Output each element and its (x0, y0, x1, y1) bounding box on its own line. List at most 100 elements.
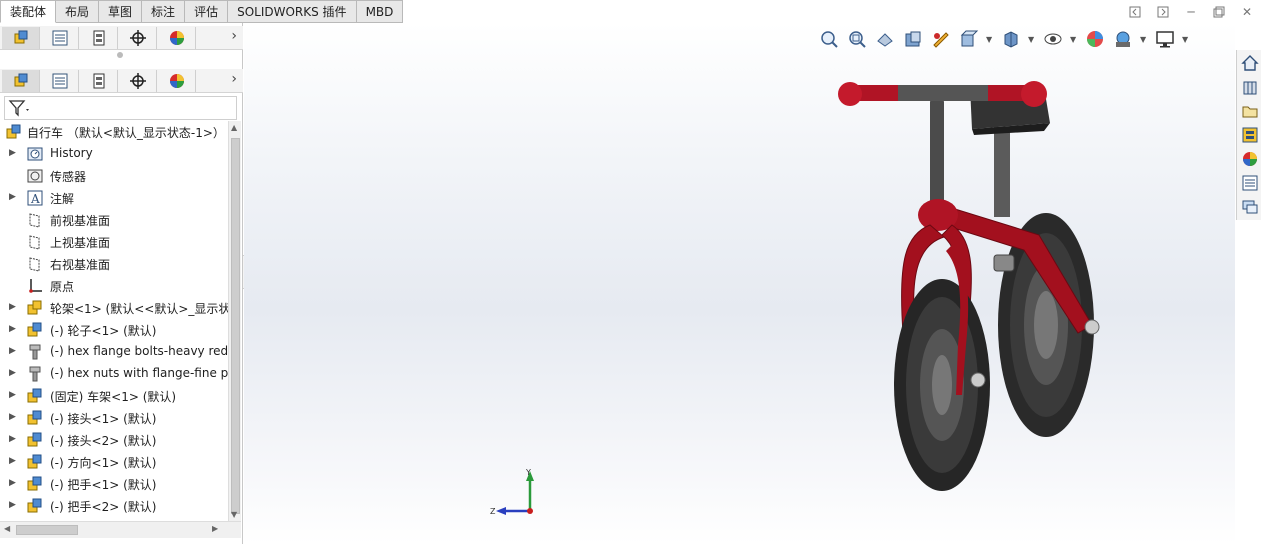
tree-item[interactable]: ▶ (-) 方向<1> (默认) (0, 451, 228, 473)
chevron-down-icon[interactable]: ▼ (1140, 35, 1148, 44)
expand-arrow-icon[interactable]: ▶ (9, 302, 16, 312)
tree-item[interactable]: ▶ History (0, 143, 228, 165)
scrollbar-thumb[interactable] (16, 525, 78, 535)
tab-sketch[interactable]: 草图 (99, 0, 143, 23)
tree-item[interactable]: ▶ (-) 把手<2> (默认) (0, 495, 228, 517)
tree-item[interactable]: ▶ A 注解 (0, 187, 228, 209)
tree-item[interactable]: 上视基准面 (0, 231, 228, 253)
minimize-icon[interactable]: ─ (1184, 5, 1198, 19)
expand-arrow-icon[interactable]: ▶ (9, 390, 16, 400)
tree-item[interactable]: ▶ 轮架<1> (默认<<默认>_显示状 (0, 297, 228, 319)
tree-item[interactable]: 传感器 (0, 165, 228, 187)
tree-root[interactable]: 自行车 （默认<默认_显示状态-1>） (0, 121, 228, 143)
expand-arrow-icon[interactable]: ▶ (9, 434, 16, 444)
part-icon (27, 322, 42, 337)
tree-item[interactable]: 原点 (0, 275, 228, 297)
tile-left-icon[interactable] (1128, 5, 1142, 19)
scroll-up-icon[interactable]: ▲ (231, 123, 237, 132)
bicycle-model[interactable] (834, 75, 1114, 495)
hide-show-icon[interactable] (1042, 28, 1064, 50)
assembly-icon (6, 124, 21, 139)
tree-item-label: (固定) 车架<1> (默认) (50, 390, 177, 404)
chevron-right-icon[interactable]: › (231, 28, 237, 44)
tree-item[interactable]: 前视基准面 (0, 209, 228, 231)
expand-arrow-icon[interactable]: ▶ (9, 192, 16, 202)
tree-item[interactable]: ▶ (固定) 车架<1> (默认) (0, 385, 228, 407)
tree-item[interactable]: ▶ (-) 把手<1> (默认) (0, 473, 228, 495)
tree-item[interactable]: ▶ (-) hex flange bolts-heavy red (0, 341, 228, 363)
tab-assembly[interactable]: 装配体 (0, 0, 57, 23)
section-view-icon[interactable] (902, 28, 924, 50)
expand-arrow-icon[interactable]: ▶ (9, 478, 16, 488)
expand-arrow-icon[interactable]: ▶ (9, 412, 16, 422)
graphics-area[interactable]: ▼ ▼ ▼ ▼ ▼ Y Z (244, 23, 1235, 544)
dimxpert-icon (129, 73, 146, 89)
tree-item[interactable]: 右视基准面 (0, 253, 228, 275)
display-style-icon[interactable] (1000, 28, 1022, 50)
tree-vertical-scrollbar[interactable]: ▲ ▼ (228, 121, 241, 521)
zoom-to-fit-icon[interactable] (818, 28, 840, 50)
close-icon[interactable]: ✕ (1240, 5, 1254, 19)
configuration-manager-tab[interactable] (80, 70, 118, 92)
view-palette-icon[interactable] (1239, 124, 1260, 145)
view-orientation-icon[interactable] (958, 28, 980, 50)
tree-item[interactable]: ▶ (-) 接头<2> (默认) (0, 429, 228, 451)
file-explorer-icon[interactable] (1239, 100, 1260, 121)
tree-filter[interactable] (4, 96, 237, 120)
appearances-icon[interactable] (1239, 148, 1260, 169)
forum-icon[interactable] (1239, 196, 1260, 217)
reference-triad: Y Z (490, 468, 534, 516)
part-icon (27, 388, 42, 403)
dimxpert-manager-tab[interactable] (119, 70, 157, 92)
zoom-area-icon[interactable] (846, 28, 868, 50)
tree-horizontal-scrollbar[interactable]: ◀ ▶ (0, 521, 241, 538)
view-settings-icon[interactable] (1154, 28, 1176, 50)
expand-arrow-icon[interactable]: ▶ (9, 368, 16, 378)
expand-arrow-icon[interactable]: ▶ (9, 456, 16, 466)
configuration-manager-tab[interactable] (80, 27, 118, 49)
tree-item[interactable]: ▶ (-) 接头<1> (默认) (0, 407, 228, 429)
tree-item[interactable]: ▶ (-) hex nuts with flange-fine pi (0, 363, 228, 385)
edit-appearance-icon[interactable] (1084, 28, 1106, 50)
expand-arrow-icon[interactable]: ▶ (9, 324, 16, 334)
panel-splitter[interactable] (117, 52, 123, 58)
restore-icon[interactable] (1212, 5, 1226, 19)
dynamic-annotation-icon[interactable] (930, 28, 952, 50)
dimxpert-manager-tab[interactable] (119, 27, 157, 49)
tab-mbd[interactable]: MBD (356, 0, 404, 23)
scroll-down-icon[interactable]: ▼ (231, 510, 237, 519)
chevron-right-icon[interactable]: › (231, 71, 237, 87)
tab-markup[interactable]: 标注 (142, 0, 186, 23)
tab-evaluate[interactable]: 评估 (185, 0, 229, 23)
tree-item[interactable]: ▶ (-) 轮子<1> (默认) (0, 319, 228, 341)
feature-manager-tab[interactable] (2, 27, 40, 49)
chevron-down-icon[interactable]: ▼ (986, 35, 994, 44)
display-manager-tab[interactable] (158, 70, 196, 92)
chevron-down-icon[interactable]: ▼ (1028, 35, 1036, 44)
custom-properties-icon[interactable] (1239, 172, 1260, 193)
tab-layout[interactable]: 布局 (56, 0, 100, 23)
design-library-icon[interactable] (1239, 76, 1260, 97)
previous-view-icon[interactable] (874, 28, 896, 50)
display-manager-icon (169, 74, 184, 88)
part-icon (27, 454, 42, 469)
expand-arrow-icon[interactable]: ▶ (9, 500, 16, 510)
chevron-down-icon[interactable]: ▼ (1182, 35, 1190, 44)
tab-addins[interactable]: SOLIDWORKS 插件 (228, 0, 357, 23)
property-manager-tab[interactable] (41, 70, 79, 92)
tile-right-icon[interactable] (1156, 5, 1170, 19)
home-icon[interactable] (1239, 52, 1260, 73)
chevron-down-icon[interactable]: ▼ (1070, 35, 1078, 44)
tree-item-label: (-) hex flange bolts-heavy red (50, 344, 228, 358)
scroll-right-icon[interactable]: ▶ (212, 524, 218, 533)
feature-manager-tab[interactable] (2, 70, 40, 92)
scrollbar-thumb[interactable] (231, 138, 240, 514)
scroll-left-icon[interactable]: ◀ (4, 524, 10, 533)
expand-arrow-icon[interactable]: ▶ (9, 148, 16, 158)
expand-arrow-icon[interactable]: ▶ (9, 346, 16, 356)
property-manager-tab[interactable] (41, 27, 79, 49)
part-icon (27, 432, 42, 447)
apply-scene-icon[interactable] (1112, 28, 1134, 50)
display-manager-tab[interactable] (158, 27, 196, 49)
history-icon (27, 147, 43, 161)
